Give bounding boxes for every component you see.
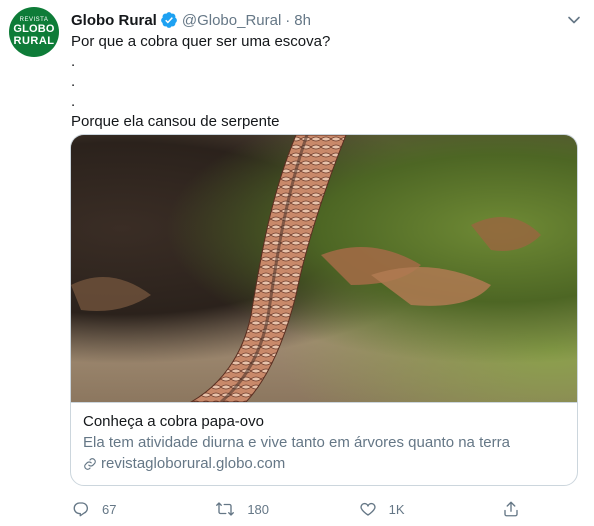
share-icon [504, 501, 518, 517]
tweet-line: Porque ela cansou de serpente [71, 113, 280, 130]
like-count: 1K [388, 501, 405, 517]
retweet-button[interactable]: 180 [205, 500, 315, 518]
chevron-down-icon[interactable] [566, 12, 582, 28]
card-domain-text: revistagloborural.globo.com [101, 455, 286, 472]
reply-count: 67 [102, 501, 117, 517]
card-title: Conheça a cobra papa-ovo [83, 413, 264, 430]
card-description: Ela tem atividade diurna e vive tanto em… [83, 434, 510, 451]
avatar[interactable]: REVISTA GLOBO RURAL [9, 7, 59, 57]
card-image[interactable] [71, 135, 577, 402]
retweet-icon [216, 502, 235, 516]
reply-icon [73, 502, 88, 517]
action-bar: 67 180 1K [62, 496, 532, 522]
retweet-count: 180 [247, 501, 270, 517]
snake-photo [71, 135, 541, 402]
account-name[interactable]: Globo Rural [71, 12, 157, 29]
tweet-line: Por que a cobra quer ser uma escova? [71, 33, 331, 50]
tweet-line: . [71, 73, 76, 90]
link-icon [84, 458, 96, 470]
avatar-line2: GLOBO [13, 23, 55, 35]
account-handle[interactable]: @Globo_Rural [182, 12, 281, 29]
tweet-text: Por que a cobra quer ser uma escova? . .… [71, 32, 571, 132]
share-button[interactable] [492, 500, 532, 518]
tweet-header: Globo Rural @Globo_Rural · 8h [71, 10, 584, 30]
tweet-line: . [71, 53, 76, 70]
heart-icon [360, 502, 376, 516]
card-body: Conheça a cobra papa-ovo Ela tem ativida… [71, 402, 577, 483]
verified-badge-icon [160, 12, 177, 28]
avatar-line3: RURAL [13, 35, 55, 47]
separator-dot: · [285, 11, 291, 29]
card-domain: revistagloborural.globo.com [83, 454, 565, 474]
tweet-line: . [71, 93, 76, 110]
like-button[interactable]: 1K [349, 500, 459, 518]
link-card[interactable]: Conheça a cobra papa-ovo Ela tem ativida… [70, 134, 578, 486]
tweet-time[interactable]: 8h [294, 12, 311, 29]
reply-button[interactable]: 67 [62, 500, 172, 518]
